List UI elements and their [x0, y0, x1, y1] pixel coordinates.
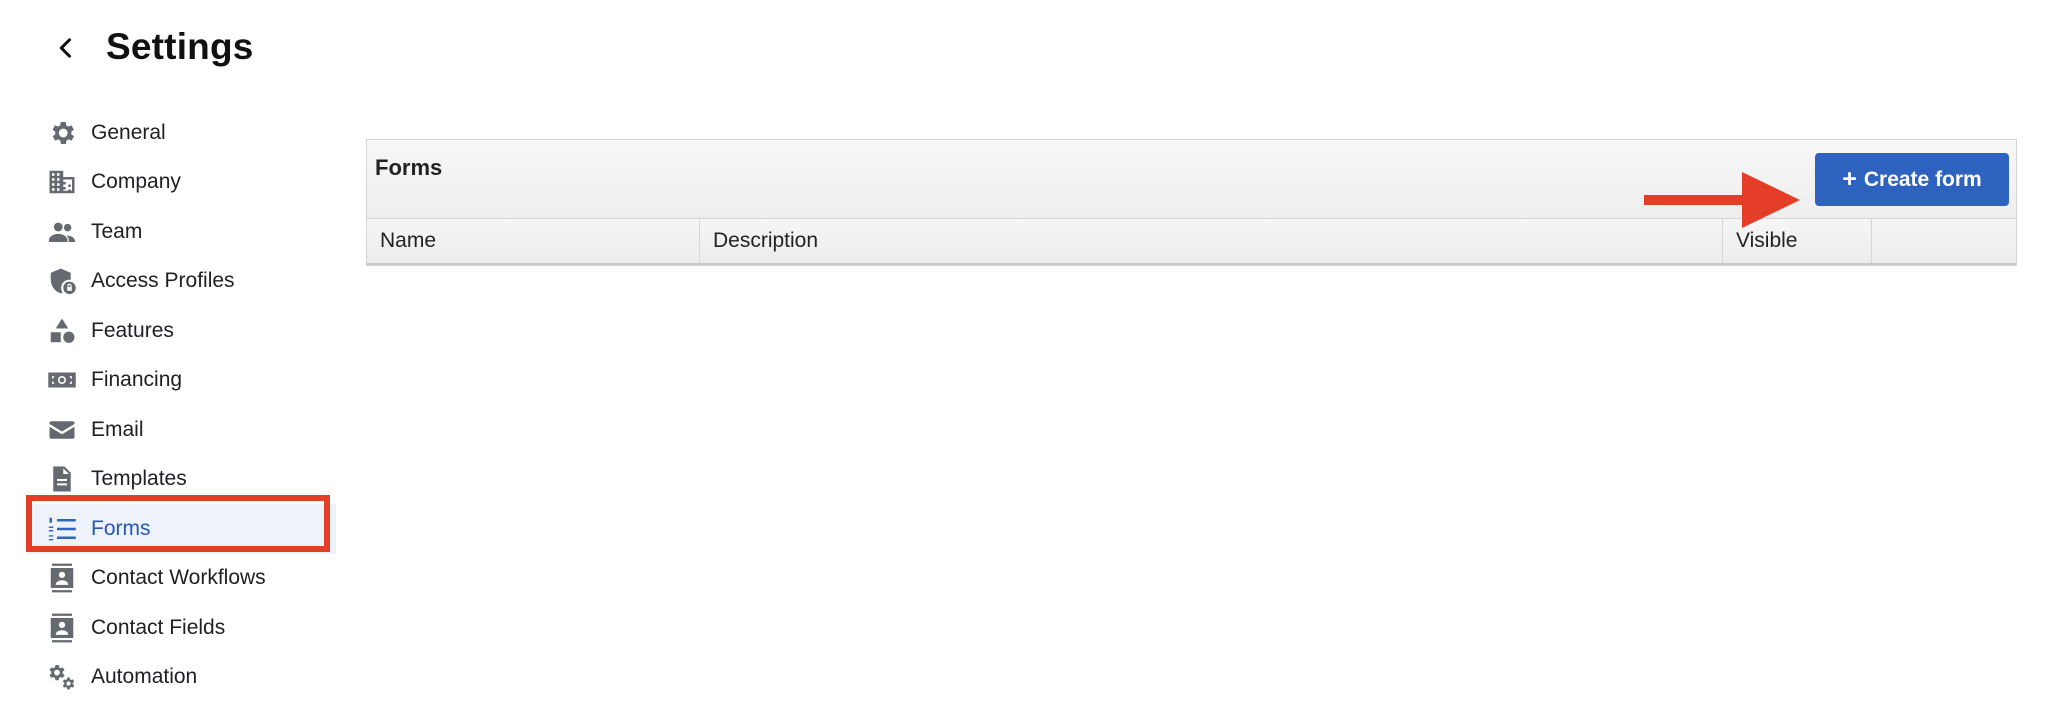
gear-icon	[46, 117, 78, 149]
create-form-label: Create form	[1864, 168, 1982, 192]
sidebar-item-company[interactable]: Company	[26, 158, 336, 208]
column-header-description[interactable]: Description	[700, 219, 1723, 263]
document-icon	[46, 463, 78, 495]
arrow-annotation-icon	[1644, 172, 1800, 228]
sidebar-item-team[interactable]: Team	[26, 207, 336, 257]
money-icon	[46, 364, 78, 396]
plus-icon: +	[1842, 165, 1857, 194]
column-header-actions	[1872, 219, 2016, 263]
create-form-button[interactable]: + Create form	[1815, 153, 2009, 206]
column-header-name[interactable]: Name	[367, 219, 700, 263]
sidebar-item-label: Forms	[91, 517, 151, 541]
sidebar-item-label: Templates	[91, 467, 187, 491]
sidebar-item-general[interactable]: General	[26, 108, 336, 158]
building-icon	[46, 166, 78, 198]
sidebar-item-automation[interactable]: Automation	[26, 653, 336, 702]
people-icon	[46, 216, 78, 248]
chevron-left-icon	[52, 34, 80, 62]
sidebar-item-label: Contact Fields	[91, 616, 225, 640]
sidebar-item-label: Automation	[91, 665, 197, 689]
sidebar-item-contact-workflows[interactable]: Contact Workflows	[26, 554, 336, 604]
shield-lock-icon	[46, 265, 78, 297]
sidebar-item-label: Features	[91, 319, 174, 343]
sidebar-item-label: Access Profiles	[91, 269, 235, 293]
sidebar-item-access-profiles[interactable]: Access Profiles	[26, 257, 336, 307]
panel-title: Forms	[375, 155, 442, 181]
settings-sidebar: General Company Team Access Profiles Fea…	[26, 108, 336, 702]
sidebar-item-forms[interactable]: Forms	[26, 504, 336, 554]
gears-icon	[46, 661, 78, 693]
sidebar-item-label: Financing	[91, 368, 182, 392]
contact-card-icon	[46, 562, 78, 594]
envelope-icon	[46, 414, 78, 446]
contact-card-icon	[46, 612, 78, 644]
sidebar-item-features[interactable]: Features	[26, 306, 336, 356]
sidebar-item-label: Contact Workflows	[91, 566, 266, 590]
sidebar-item-label: General	[91, 121, 166, 145]
sidebar-item-templates[interactable]: Templates	[26, 455, 336, 505]
numbered-list-icon	[46, 513, 78, 545]
shapes-icon	[46, 315, 78, 347]
sidebar-item-financing[interactable]: Financing	[26, 356, 336, 406]
back-button[interactable]	[52, 34, 80, 62]
sidebar-item-label: Team	[91, 220, 142, 244]
sidebar-item-label: Company	[91, 170, 181, 194]
sidebar-item-email[interactable]: Email	[26, 405, 336, 455]
page-title: Settings	[106, 26, 254, 68]
sidebar-item-label: Email	[91, 418, 144, 442]
sidebar-item-contact-fields[interactable]: Contact Fields	[26, 603, 336, 653]
